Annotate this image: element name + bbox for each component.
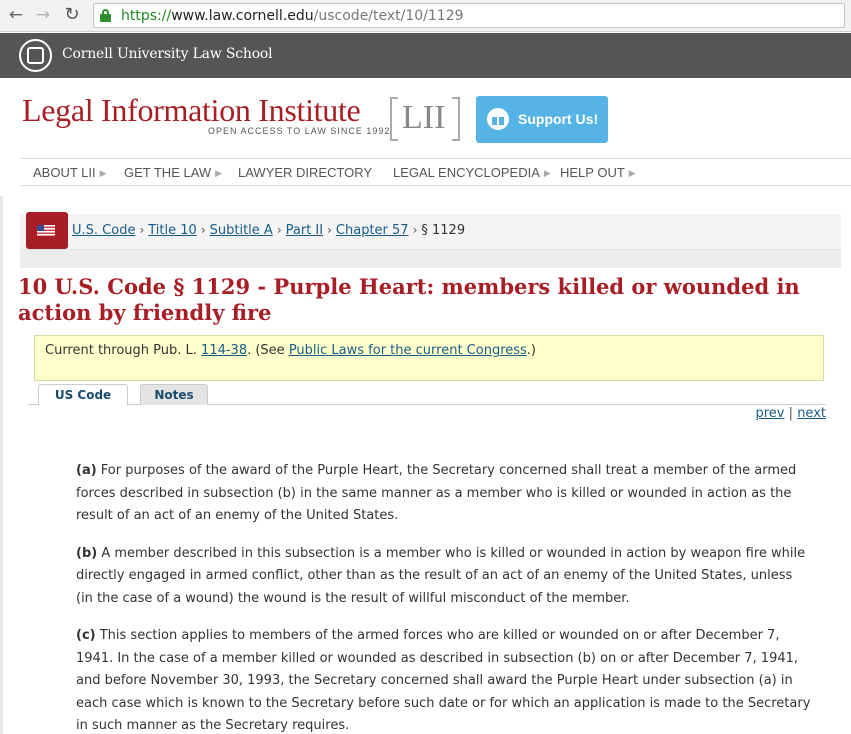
back-arrow-icon[interactable]: ← <box>6 5 26 25</box>
currency-notice: Current through Pub. L. 114-38. (See Pub… <box>34 335 824 381</box>
breadcrumb-separator: › <box>412 223 418 237</box>
lii-logo-text: LII <box>402 99 446 136</box>
subsection-text: This section applies to members of the a… <box>76 628 811 733</box>
university-name[interactable]: Cornell University Law School <box>62 46 273 62</box>
support-label: Support Us! <box>518 111 599 127</box>
url-scheme: https:// <box>121 8 172 24</box>
chevron-right-icon: ▶ <box>628 168 636 178</box>
statute-text: (a) For purposes of the award of the Pur… <box>76 460 811 734</box>
main-nav: ABOUT LII ▶ GET THE LAW ▶ LAWYER DIRECTORY… <box>20 158 851 186</box>
support-button[interactable]: Support Us! <box>476 96 608 143</box>
breadcrumb-chapter[interactable]: Chapter 57 <box>336 223 409 238</box>
tab-us-code[interactable]: US Code <box>38 384 128 406</box>
url-host: www.law.cornell.edu <box>171 8 314 24</box>
breadcrumb: U.S. Code › Title 10 › Subtitle A › Part II › Ch… <box>72 223 465 238</box>
public-laws-link[interactable]: Public Laws for the current Congress <box>289 343 527 358</box>
browser-toolbar: ← → ↻ https://www.law.cornell.edu/uscode… <box>0 0 851 32</box>
breadcrumb-us-code[interactable]: U.S. Code <box>72 223 135 238</box>
nav-item-label: HELP OUT <box>560 165 625 180</box>
subsection-c: (c) This section applies to members of t… <box>76 625 811 734</box>
breadcrumb-separator: › <box>139 223 145 237</box>
currency-text: Current through Pub. L. 114-38. (See Pub… <box>45 343 536 358</box>
nav-item-legal-encyclopedia[interactable]: LEGAL ENCYCLOPEDIA ▶ <box>393 165 551 180</box>
nav-item-lawyer-directory[interactable]: LAWYER DIRECTORY <box>238 165 372 180</box>
breadcrumb-subtitle[interactable]: Subtitle A <box>210 223 273 238</box>
nav-item-about[interactable]: ABOUT LII ▶ <box>33 165 107 180</box>
subsection-text: A member described in this subsection is… <box>76 545 806 606</box>
chevron-right-icon: ▶ <box>99 168 107 178</box>
currency-middle: . (See <box>247 343 289 358</box>
subsection-label: (a) <box>76 463 97 478</box>
nav-item-label: LEGAL ENCYCLOPEDIA <box>393 165 540 180</box>
us-flag-icon <box>37 225 55 236</box>
chevron-right-icon: ▶ <box>543 168 551 178</box>
url-text[interactable]: https://www.law.cornell.edu/uscode/text/… <box>121 8 464 24</box>
gift-icon <box>487 108 509 130</box>
next-link[interactable]: next <box>797 406 826 421</box>
pager-separator: | <box>788 406 794 421</box>
breadcrumb-part[interactable]: Part II <box>286 223 323 238</box>
tab-notes[interactable]: Notes <box>140 384 208 405</box>
page-title: 10 U.S. Code § 1129 - Purple Heart: memb… <box>18 274 800 325</box>
lock-icon <box>100 9 111 22</box>
subsection-a: (a) For purposes of the award of the Pur… <box>76 460 811 528</box>
nav-item-get-the-law[interactable]: GET THE LAW ▶ <box>124 165 222 180</box>
currency-prefix: Current through Pub. L. <box>45 343 202 358</box>
breadcrumb-separator: › <box>200 223 206 237</box>
nav-item-help-out[interactable]: HELP OUT ▶ <box>560 165 636 180</box>
university-banner: Cornell University Law School <box>0 33 851 78</box>
lii-logo[interactable]: LII <box>390 97 460 141</box>
prev-link[interactable]: prev <box>756 406 785 421</box>
breadcrumb-separator: › <box>276 223 282 237</box>
subsection-text: For purposes of the award of the Purple … <box>76 463 797 523</box>
breadcrumb-separator: › <box>327 223 332 237</box>
site-title[interactable]: Legal Information Institute <box>22 92 361 129</box>
pub-law-link[interactable]: 114-38 <box>201 343 247 358</box>
breadcrumb-title[interactable]: Title 10 <box>148 223 197 238</box>
chevron-right-icon: ▶ <box>215 168 223 178</box>
site-tagline: OPEN ACCESS TO LAW SINCE 1992 <box>208 126 391 136</box>
subsection-b: (b) A member described in this subsectio… <box>76 543 811 611</box>
subsection-label: (c) <box>76 628 96 643</box>
breadcrumb-strip <box>20 250 841 268</box>
subsection-label: (b) <box>76 545 98 561</box>
reload-icon[interactable]: ↻ <box>62 5 82 25</box>
nav-item-label: GET THE LAW <box>124 165 212 180</box>
breadcrumb-current: § 1129 <box>421 223 466 238</box>
forward-arrow-icon[interactable]: → <box>33 5 53 25</box>
pager: prev | next <box>756 406 827 421</box>
nav-item-label: ABOUT LII <box>33 165 96 180</box>
url-path: /uscode/text/10/1129 <box>313 8 464 24</box>
nav-item-label: LAWYER DIRECTORY <box>238 165 373 180</box>
cornell-seal-icon[interactable] <box>19 39 52 72</box>
us-flag-tab <box>26 212 68 249</box>
left-border <box>0 196 3 734</box>
currency-suffix: .) <box>526 343 537 358</box>
address-bar[interactable]: https://www.law.cornell.edu/uscode/text/… <box>93 3 845 28</box>
